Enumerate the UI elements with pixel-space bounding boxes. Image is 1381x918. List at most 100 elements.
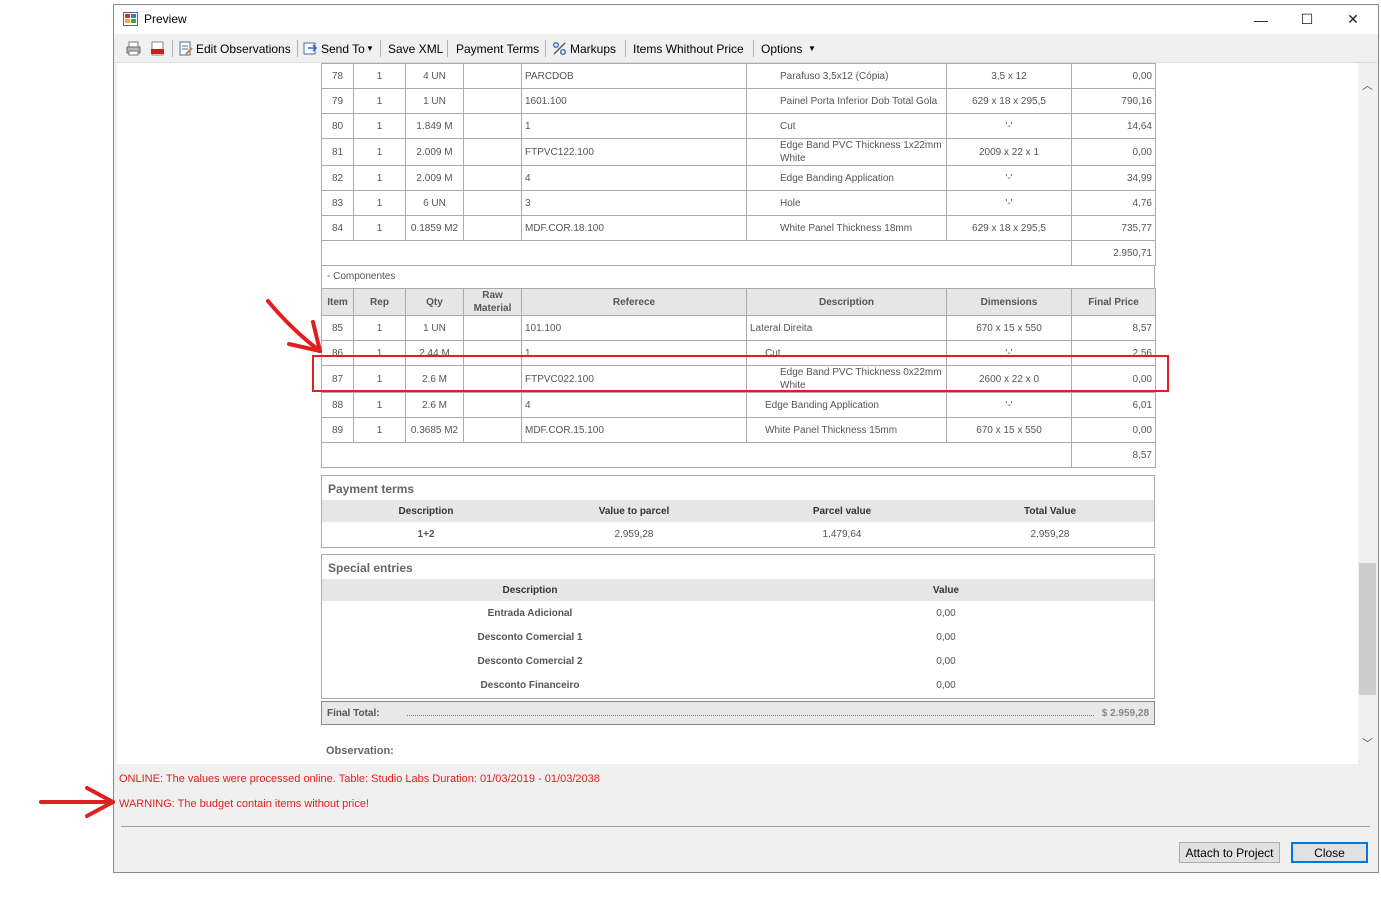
se-value: 0,00 <box>936 655 956 667</box>
table-row: 88 1 2.6 M 4 Edge Banding Application '-' 6,01 <box>321 392 1156 418</box>
cell-dim: '-' <box>946 392 1072 418</box>
cell-price: 4,76 <box>1071 190 1156 216</box>
se-header-description: Description <box>502 584 558 596</box>
cell-price: 8,57 <box>1071 315 1156 341</box>
pt-header-parcel-value: Parcel value <box>812 505 872 517</box>
cell-item: 80 <box>321 113 354 139</box>
table-row: 82 1 2.009 M 4 Edge Banding Application '-' 34… <box>321 165 1156 191</box>
cell-raw <box>463 113 522 139</box>
components-section-label: - Componentes <box>321 266 1155 288</box>
subtotal-value: 2.950,71 <box>1071 240 1156 266</box>
cell-raw <box>463 138 522 166</box>
cell-item: 78 <box>321 63 354 89</box>
cell-rep: 1 <box>353 113 406 139</box>
scroll-thumb[interactable] <box>1359 563 1376 695</box>
special-entries-title: Special entries <box>328 561 413 575</box>
report-preview-area[interactable]: 78 1 4 UN PARCDOB Parafuso 3,5x12 (Cópia) 3,5… <box>117 63 1358 764</box>
maximize-button[interactable]: ☐ <box>1284 5 1330 34</box>
cell-item: 81 <box>321 138 354 166</box>
header-reference: Referece <box>521 288 747 316</box>
cell-price: 790,16 <box>1071 88 1156 114</box>
print-icon[interactable] <box>126 41 141 56</box>
final-total-label: Final Total: <box>327 708 380 719</box>
cell-ref: 3 <box>521 190 747 216</box>
options-menu[interactable]: Options <box>761 42 802 56</box>
cell-rep: 1 <box>353 190 406 216</box>
cell-price: 6,01 <box>1071 392 1156 418</box>
online-status-message: ONLINE: The values were processed online… <box>119 773 600 785</box>
cell-qty: 1 UN <box>405 88 464 114</box>
cell-price: 0,00 <box>1071 63 1156 89</box>
header-item: Item <box>321 288 354 316</box>
cell-raw <box>463 392 522 418</box>
title-bar: Preview — ☐ ✕ <box>114 5 1378 34</box>
cell-dim: 3,5 x 12 <box>946 63 1072 89</box>
cell-desc: Lateral Direita <box>746 315 947 341</box>
subtotal-row: 2.950,71 <box>321 240 1156 266</box>
final-total-value: $ 2.959,28 <box>1101 708 1149 719</box>
cell-desc: Edge Banding Application <box>746 392 947 418</box>
app-icon <box>123 12 138 26</box>
save-xml-button[interactable]: Save XML <box>388 42 443 56</box>
cell-ref: 4 <box>521 392 747 418</box>
cell-dim: 629 x 18 x 295,5 <box>946 88 1072 114</box>
cell-rep: 1 <box>353 215 406 241</box>
scroll-up-icon[interactable]: ︿ <box>1362 77 1373 92</box>
header-dimensions: Dimensions <box>946 288 1072 316</box>
toolbar: Edit Observations Send To ▼ Save XML Pay… <box>114 34 1378 63</box>
minimize-button[interactable]: — <box>1238 5 1284 34</box>
send-to-button[interactable]: Send To <box>321 42 365 56</box>
cell-qty: 2.6 M <box>405 392 464 418</box>
cell-ref: MDF.COR.15.100 <box>521 417 747 443</box>
special-entry-row: Entrada Adicional 0,00 <box>322 601 1154 625</box>
cell-dim: 670 x 15 x 550 <box>946 315 1072 341</box>
cell-ref: FTPVC122.100 <box>521 138 747 166</box>
special-entry-row: Desconto Financeiro 0,00 <box>322 673 1154 697</box>
payment-terms-box: Payment terms Description Value to parce… <box>321 475 1155 548</box>
table-row: 89 1 0.3685 M2 MDF.COR.15.100 White Panel Th… <box>321 417 1156 443</box>
se-value: 0,00 <box>936 631 956 643</box>
observation-label: Observation: <box>326 745 394 757</box>
pt-value-to-parcel: 2.959,28 <box>614 528 654 540</box>
pt-parcel-value: 1.479,64 <box>822 528 862 540</box>
special-entry-row: Desconto Comercial 1 0,00 <box>322 625 1154 649</box>
table-row: 79 1 1 UN 1601.100 Painel Porta Inferior Dob… <box>321 88 1156 114</box>
cell-rep: 1 <box>353 63 406 89</box>
cell-desc: Edge Band PVC Thickness 1x22mm White <box>746 138 947 166</box>
payment-terms-title: Payment terms <box>328 482 415 496</box>
cell-qty: 0.3685 M2 <box>405 417 464 443</box>
edit-observations-button[interactable]: Edit Observations <box>196 42 291 56</box>
attach-to-project-button[interactable]: Attach to Project <box>1179 842 1280 863</box>
chevron-down-icon: ▼ <box>366 44 374 53</box>
payment-terms-row: 1+2 2.959,28 1.479,64 2.959,28 <box>322 522 1154 546</box>
chevron-down-icon: ▼ <box>808 44 816 53</box>
table-row: 81 1 2.009 M FTPVC122.100 Edge Band PVC Thic… <box>321 138 1156 166</box>
cell-item: 85 <box>321 315 354 341</box>
payment-terms-button[interactable]: Payment Terms <box>456 42 539 56</box>
maximize-icon: ☐ <box>1300 11 1314 27</box>
vertical-scrollbar[interactable]: ︿ ﹀ <box>1358 63 1377 764</box>
close-icon: ✕ <box>1347 11 1359 27</box>
cell-ref: PARCDOB <box>521 63 747 89</box>
close-window-button[interactable]: ✕ <box>1330 5 1376 34</box>
items-without-price-button[interactable]: Items Whithout Price <box>633 42 744 56</box>
cell-qty: 2.009 M <box>405 165 464 191</box>
header-qty: Qty <box>405 288 464 316</box>
close-button[interactable]: Close <box>1291 842 1368 863</box>
cell-ref: 1 <box>521 113 747 139</box>
scroll-down-icon[interactable]: ﹀ <box>1362 735 1373 750</box>
cell-desc: Parafuso 3,5x12 (Cópia) <box>746 63 947 89</box>
cell-rep: 1 <box>353 138 406 166</box>
cell-qty: 1 UN <box>405 315 464 341</box>
pdf-icon[interactable] <box>150 41 165 56</box>
special-entries-box: Special entries Description Value Entrad… <box>321 554 1155 699</box>
cell-qty: 6 UN <box>405 190 464 216</box>
se-description: Desconto Financeiro <box>480 679 580 691</box>
cell-raw <box>463 88 522 114</box>
se-value: 0,00 <box>936 679 956 691</box>
se-description: Entrada Adicional <box>487 607 573 619</box>
cell-ref: 4 <box>521 165 747 191</box>
cell-qty: 2.009 M <box>405 138 464 166</box>
cell-item: 82 <box>321 165 354 191</box>
markups-button[interactable]: Markups <box>570 42 616 56</box>
